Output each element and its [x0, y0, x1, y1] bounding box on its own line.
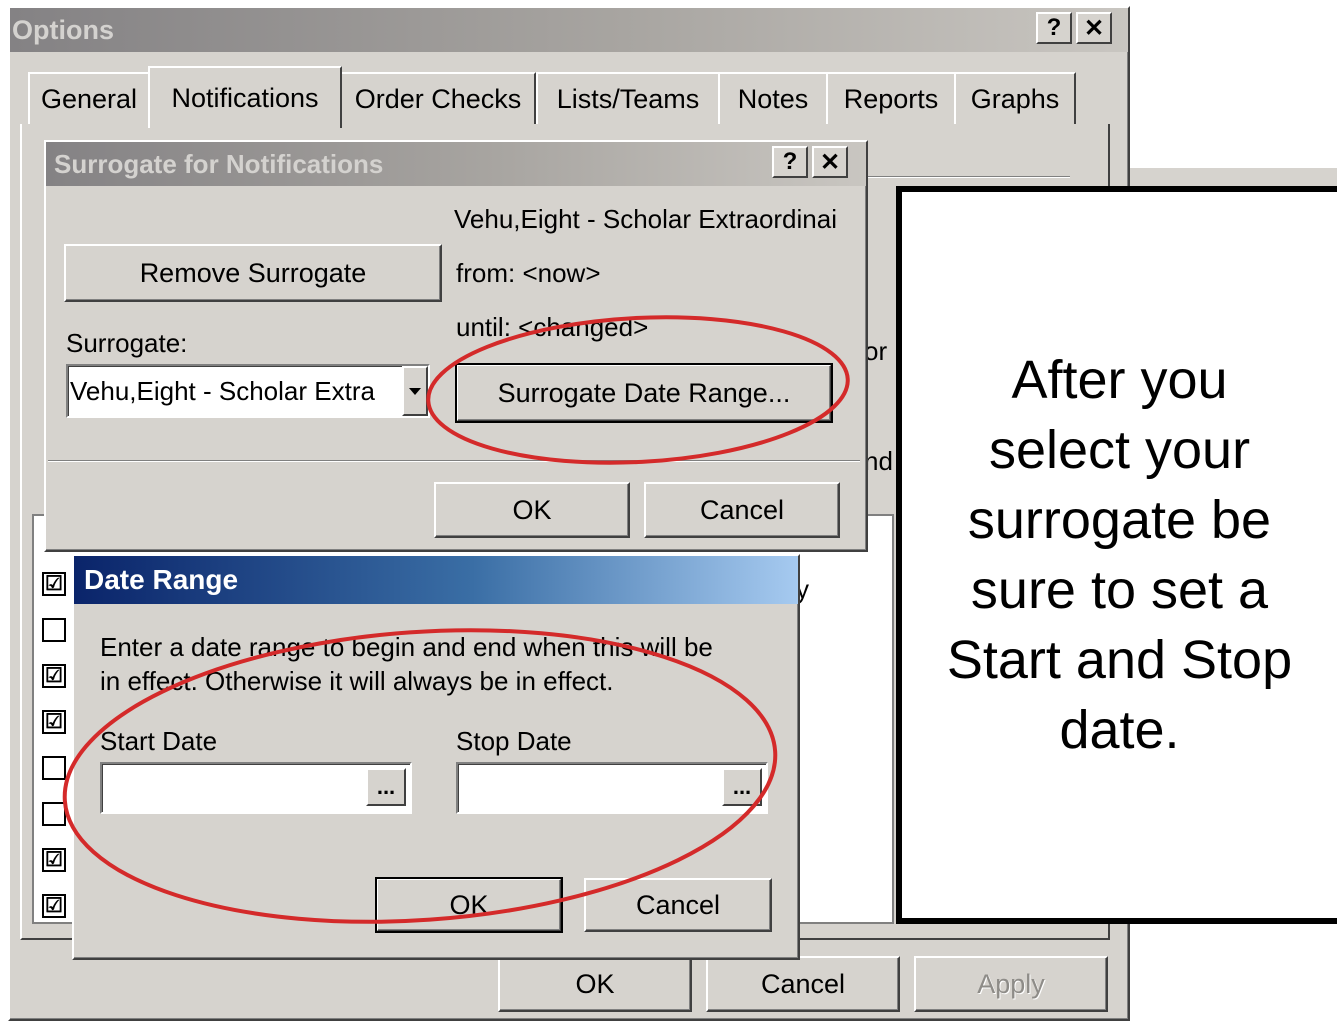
tab-notifications[interactable]: Notifications: [148, 66, 342, 128]
callout-line: date.: [1059, 700, 1180, 760]
callout-line: sure to set a: [970, 560, 1269, 620]
callout-line: After you: [1011, 350, 1228, 410]
callout-line: surrogate be: [967, 490, 1272, 550]
callout-line: select your: [988, 420, 1251, 480]
callout-line: Start and Stop: [946, 630, 1293, 690]
instruction-callout: After you select your surrogate be sure …: [896, 186, 1337, 924]
highlight-ellipse-date-fields: [62, 628, 778, 924]
highlight-ellipse-date-range-button: [426, 315, 850, 465]
